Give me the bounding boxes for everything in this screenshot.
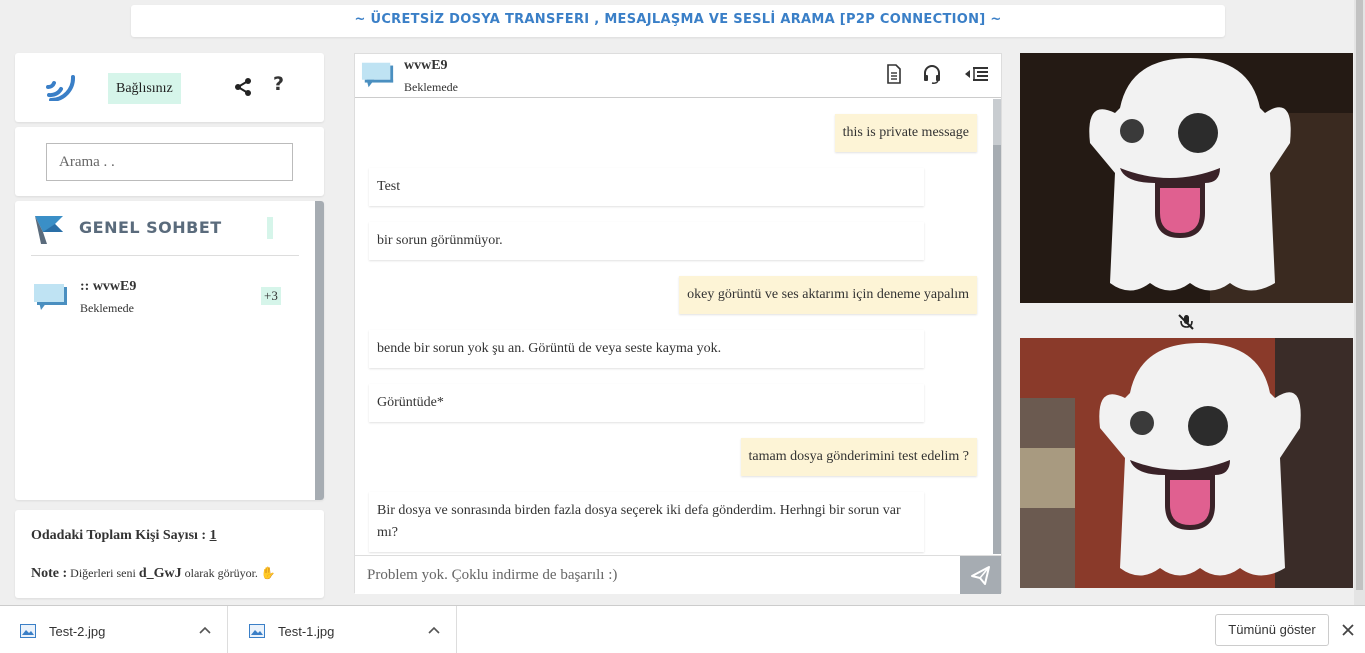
note-label: Note : <box>31 566 68 581</box>
show-all-button[interactable]: Tümünü göster <box>1215 614 1329 646</box>
message-outgoing: tamam dosya gönderimini test edelim ? <box>740 438 977 476</box>
ghost-emoji <box>1020 338 1353 588</box>
page-scrollbar-thumb[interactable] <box>1356 0 1363 590</box>
local-video <box>1020 338 1353 588</box>
share-icon[interactable] <box>233 77 253 97</box>
note-username: d_GwJ <box>138 566 182 581</box>
chat-header: wvwE9 Beklemede <box>355 54 1001 98</box>
mute-mic-icon[interactable] <box>1176 312 1196 332</box>
message-incoming: bir sorun görünmüyor. <box>369 222 924 260</box>
search-input[interactable] <box>46 143 293 181</box>
message-incoming: Test <box>369 168 924 206</box>
ghost-emoji <box>1020 53 1353 303</box>
chevron-up-icon[interactable] <box>198 624 212 636</box>
message-incoming: bende bir sorun yok şu an. Görüntü de ve… <box>369 330 924 368</box>
download-item[interactable]: Test-1.jpg <box>229 606 457 653</box>
page-banner: ~ ÜCRETSİZ DOSYA TRANSFERI , MESAJLAŞMA … <box>131 5 1225 37</box>
divider <box>31 255 299 256</box>
total-users-count[interactable]: 1 <box>210 528 217 543</box>
message-input[interactable] <box>355 556 960 594</box>
room-scrollbar[interactable] <box>315 201 324 500</box>
download-filename: Test-2.jpg <box>49 624 106 639</box>
message-incoming: Görüntüde* <box>369 384 924 422</box>
help-button[interactable]: ? <box>273 73 284 95</box>
chat-scrollbar-thumb[interactable] <box>993 99 1001 145</box>
connection-status-badge: Bağlısınız <box>108 73 181 104</box>
signal-logo-icon <box>46 75 76 101</box>
hand-icon: ✋ <box>260 566 276 580</box>
image-file-icon <box>20 624 36 638</box>
message-composer <box>355 555 1001 594</box>
note-prefix: Diğerleri seni <box>70 566 136 580</box>
connection-panel: Bağlısınız ? <box>15 53 324 122</box>
contact-name: :: wvwE9 <box>80 279 137 294</box>
remote-video <box>1020 53 1353 303</box>
headset-icon[interactable] <box>921 63 943 85</box>
download-item[interactable]: Test-2.jpg <box>0 606 228 653</box>
total-users-label: Odadaki Toplam Kişi Sayısı : <box>31 528 207 543</box>
document-icon[interactable] <box>883 63 905 85</box>
message-list[interactable]: this is private message Test bir sorun g… <box>355 99 1001 554</box>
close-icon[interactable] <box>1340 622 1356 638</box>
info-panel: Odadaki Toplam Kişi Sayısı : 1 Note : Di… <box>15 510 324 598</box>
room-indicator <box>267 217 273 239</box>
unread-count-badge: +3 <box>261 287 281 305</box>
chat-contact-status: Beklemede <box>404 80 458 94</box>
contact-item[interactable]: :: wvwE9 Beklemede +3 <box>31 279 291 319</box>
flag-icon <box>35 216 63 244</box>
paper-plane-icon <box>971 566 990 585</box>
chat-bubble-icon <box>34 284 67 310</box>
note-suffix: olarak görüyor. <box>184 566 258 580</box>
search-panel <box>15 127 324 196</box>
message-outgoing: this is private message <box>834 114 977 152</box>
send-button[interactable] <box>960 556 1001 594</box>
download-bar: Test-2.jpg Test-1.jpg Tümünü göster <box>0 605 1365 653</box>
download-filename: Test-1.jpg <box>278 624 335 639</box>
note-line: Note : Diğerleri seni d_GwJ olarak görüy… <box>31 566 276 582</box>
menu-collapse-icon[interactable] <box>964 63 990 85</box>
chat-bubble-icon <box>361 62 394 88</box>
message-outgoing: okey görüntü ve ses aktarımı için deneme… <box>679 276 977 314</box>
image-file-icon <box>249 624 265 638</box>
room-panel: GENEL SOHBET :: wvwE9 Beklemede +3 <box>15 201 324 500</box>
contact-status: Beklemede <box>80 301 134 315</box>
chat-scrollbar[interactable] <box>993 99 1001 554</box>
chat-contact-name: wvwE9 <box>404 58 448 73</box>
chat-window: wvwE9 Beklemede this is private message … <box>354 53 1002 594</box>
message-incoming: Bir dosya ve sonrasında birden fazla dos… <box>369 492 924 552</box>
chevron-up-icon[interactable] <box>427 624 441 636</box>
room-title: GENEL SOHBET <box>79 218 222 237</box>
total-users-line: Odadaki Toplam Kişi Sayısı : 1 <box>31 528 217 544</box>
